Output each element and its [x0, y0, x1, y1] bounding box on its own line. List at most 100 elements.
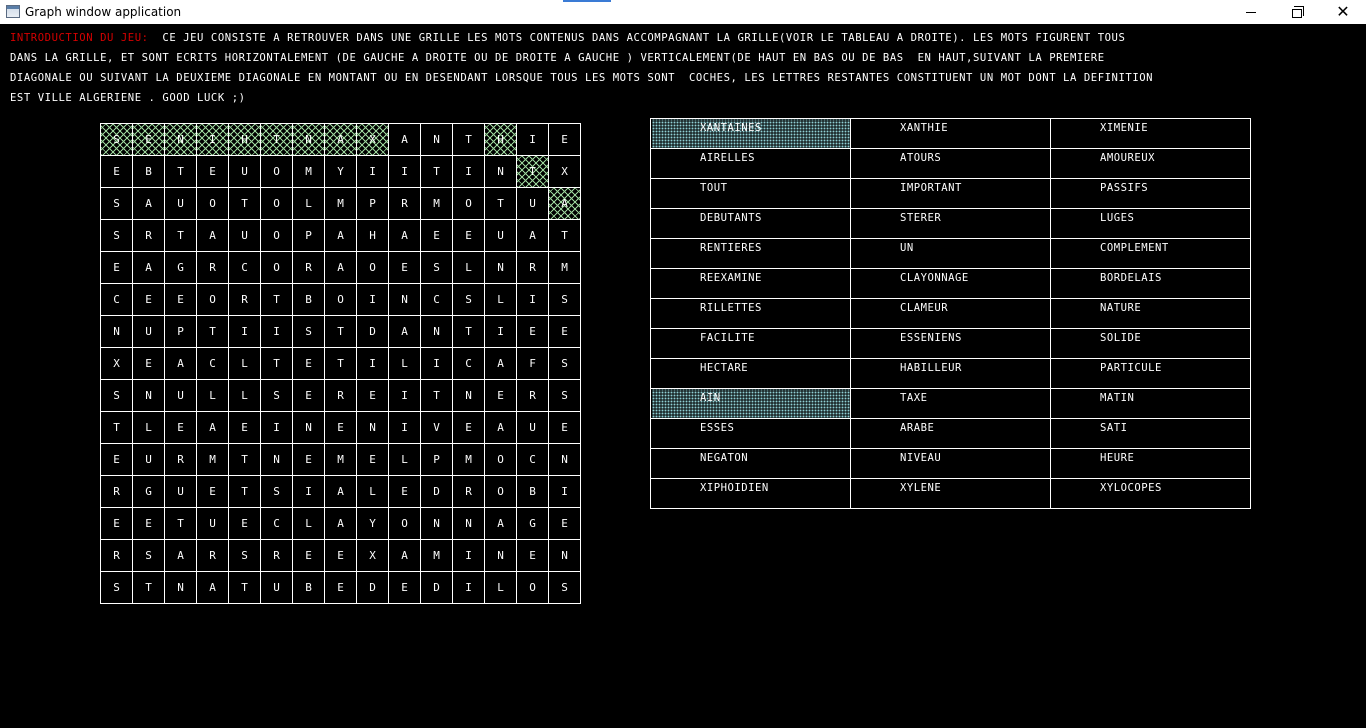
grid-cell[interactable]: E	[549, 124, 581, 156]
grid-cell[interactable]: I	[357, 284, 389, 316]
close-button[interactable]: ✕	[1320, 0, 1366, 24]
grid-cell[interactable]: A	[133, 188, 165, 220]
word-cell[interactable]: AMOUREUX	[1050, 148, 1251, 179]
grid-cell[interactable]: U	[165, 380, 197, 412]
grid-cell[interactable]: L	[357, 476, 389, 508]
grid-cell[interactable]: I	[421, 348, 453, 380]
grid-cell[interactable]: D	[357, 316, 389, 348]
grid-cell[interactable]: R	[453, 476, 485, 508]
grid-cell[interactable]: N	[421, 316, 453, 348]
word-cell[interactable]: XANTHIE	[850, 118, 1051, 149]
grid-cell[interactable]: R	[101, 476, 133, 508]
grid-cell[interactable]: E	[101, 156, 133, 188]
grid-cell[interactable]: L	[485, 572, 517, 604]
grid-cell[interactable]: C	[453, 348, 485, 380]
word-cell[interactable]: ARABE	[850, 418, 1051, 449]
grid-cell[interactable]: A	[165, 348, 197, 380]
grid-cell[interactable]: T	[421, 380, 453, 412]
grid-cell[interactable]: T	[229, 444, 261, 476]
word-cell[interactable]: SOLIDE	[1050, 328, 1251, 359]
grid-cell[interactable]: N	[165, 124, 197, 156]
word-cell[interactable]: CLAMEUR	[850, 298, 1051, 329]
grid-cell[interactable]: N	[133, 380, 165, 412]
word-cell[interactable]: DEBUTANTS	[650, 208, 851, 239]
grid-cell[interactable]: A	[325, 124, 357, 156]
grid-cell[interactable]: A	[165, 540, 197, 572]
grid-cell[interactable]: N	[549, 444, 581, 476]
grid-cell[interactable]: I	[517, 124, 549, 156]
grid-cell[interactable]: U	[165, 476, 197, 508]
grid-cell[interactable]: A	[197, 572, 229, 604]
grid-cell[interactable]: E	[133, 508, 165, 540]
maximize-button[interactable]	[1274, 0, 1320, 24]
word-cell[interactable]: AIN	[650, 388, 851, 419]
word-cell[interactable]: MATIN	[1050, 388, 1251, 419]
grid-cell[interactable]: A	[485, 508, 517, 540]
grid-cell[interactable]: O	[197, 188, 229, 220]
grid-cell[interactable]: T	[325, 316, 357, 348]
grid-cell[interactable]: E	[165, 412, 197, 444]
grid-cell[interactable]: D	[357, 572, 389, 604]
grid-cell[interactable]: O	[261, 220, 293, 252]
grid-cell[interactable]: Y	[357, 508, 389, 540]
grid-cell[interactable]: I	[549, 476, 581, 508]
grid-cell[interactable]: R	[101, 540, 133, 572]
grid-cell[interactable]: P	[165, 316, 197, 348]
grid-cell[interactable]: I	[453, 540, 485, 572]
grid-cell[interactable]: A	[197, 220, 229, 252]
grid-cell[interactable]: T	[517, 156, 549, 188]
grid-cell[interactable]: T	[421, 156, 453, 188]
grid-cell[interactable]: I	[229, 316, 261, 348]
minimize-button[interactable]	[1228, 0, 1274, 24]
grid-cell[interactable]: I	[261, 316, 293, 348]
grid-cell[interactable]: E	[389, 476, 421, 508]
grid-cell[interactable]: E	[485, 380, 517, 412]
word-cell[interactable]: ESSES	[650, 418, 851, 449]
grid-cell[interactable]: T	[165, 220, 197, 252]
grid-cell[interactable]: B	[293, 572, 325, 604]
word-cell[interactable]: RILLETTES	[650, 298, 851, 329]
grid-cell[interactable]: R	[293, 252, 325, 284]
grid-cell[interactable]: U	[261, 572, 293, 604]
grid-cell[interactable]: L	[293, 508, 325, 540]
grid-cell[interactable]: I	[357, 156, 389, 188]
grid-cell[interactable]: T	[165, 508, 197, 540]
grid-cell[interactable]: T	[261, 348, 293, 380]
grid-cell[interactable]: U	[485, 220, 517, 252]
grid-cell[interactable]: O	[261, 156, 293, 188]
grid-cell[interactable]: S	[549, 572, 581, 604]
grid-cell[interactable]: T	[229, 188, 261, 220]
grid-cell[interactable]: E	[293, 348, 325, 380]
grid-cell[interactable]: U	[133, 444, 165, 476]
grid-cell[interactable]: T	[197, 316, 229, 348]
word-cell[interactable]: HABILLEUR	[850, 358, 1051, 389]
grid-cell[interactable]: S	[101, 572, 133, 604]
grid-cell[interactable]: M	[421, 188, 453, 220]
grid-cell[interactable]: S	[101, 380, 133, 412]
grid-cell[interactable]: N	[485, 156, 517, 188]
grid-cell[interactable]: S	[101, 124, 133, 156]
grid-cell[interactable]: I	[357, 348, 389, 380]
grid-cell[interactable]: T	[261, 284, 293, 316]
grid-cell[interactable]: E	[165, 284, 197, 316]
grid-cell[interactable]: G	[133, 476, 165, 508]
grid-cell[interactable]: A	[389, 220, 421, 252]
grid-cell[interactable]: R	[389, 188, 421, 220]
word-cell[interactable]: NEGATON	[650, 448, 851, 479]
grid-cell[interactable]: E	[517, 540, 549, 572]
grid-cell[interactable]: A	[197, 412, 229, 444]
grid-cell[interactable]: A	[485, 412, 517, 444]
grid-cell[interactable]: S	[133, 540, 165, 572]
grid-cell[interactable]: A	[389, 124, 421, 156]
word-cell[interactable]: XYLENE	[850, 478, 1051, 509]
grid-cell[interactable]: L	[229, 348, 261, 380]
grid-cell[interactable]: O	[485, 476, 517, 508]
word-cell[interactable]: HECTARE	[650, 358, 851, 389]
grid-cell[interactable]: T	[549, 220, 581, 252]
grid-cell[interactable]: I	[197, 124, 229, 156]
grid-cell[interactable]: E	[229, 508, 261, 540]
grid-cell[interactable]: X	[101, 348, 133, 380]
grid-cell[interactable]: O	[485, 444, 517, 476]
grid-cell[interactable]: A	[549, 188, 581, 220]
grid-cell[interactable]: E	[357, 444, 389, 476]
